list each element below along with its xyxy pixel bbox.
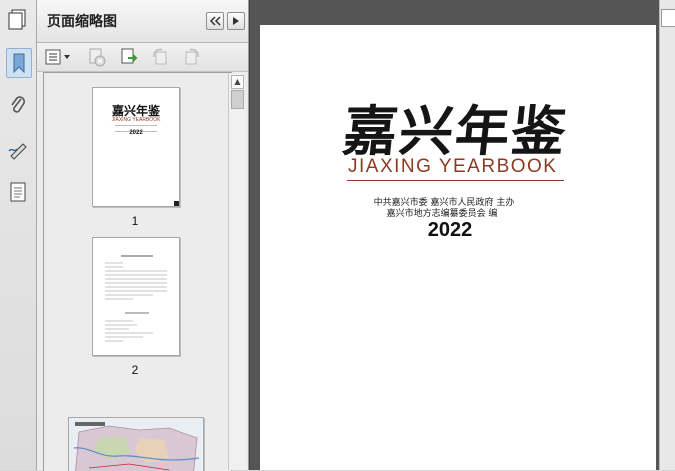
document-page: 嘉兴年鉴 JIAXING YEARBOOK 中共嘉兴市委 嘉兴市人民政府 主办 … bbox=[260, 25, 656, 470]
paperclip-attachments-icon[interactable] bbox=[6, 92, 30, 120]
thumb-cover-year: 2022 bbox=[129, 130, 143, 136]
cover-title-chinese: 嘉兴年鉴 bbox=[340, 99, 571, 163]
navigation-rail bbox=[0, 0, 37, 470]
rotate-ccw-icon bbox=[153, 48, 167, 65]
rotate-cw-icon bbox=[185, 48, 199, 65]
rotate-right-button[interactable] bbox=[182, 47, 202, 67]
page-thumbnails-panel: 页面缩略图 嘉兴年鉴 JIAXING YEARBOOK 2022 1 2 ▲ bbox=[37, 0, 249, 471]
page-thumbnail-1[interactable]: 嘉兴年鉴 JIAXING YEARBOOK 2022 bbox=[92, 87, 180, 207]
title-underline bbox=[347, 180, 564, 181]
page-number-1: 1 bbox=[131, 214, 139, 228]
page-number-2: 2 bbox=[131, 363, 139, 377]
layers-document-icon[interactable] bbox=[6, 178, 30, 206]
insert-pages-button[interactable] bbox=[119, 47, 139, 67]
thumbnail-scrollbar[interactable]: ▲ bbox=[228, 73, 245, 470]
panel-title: 页面缩略图 bbox=[47, 14, 117, 30]
panel-header: 页面缩略图 bbox=[37, 0, 248, 43]
scrollbar-thumb-right[interactable] bbox=[661, 9, 675, 27]
delete-page-icon bbox=[89, 48, 106, 67]
cover-year: 2022 bbox=[427, 219, 473, 241]
list-options-icon bbox=[45, 49, 70, 65]
publisher-line-2: 嘉兴市地方志编纂委员会 编 bbox=[386, 209, 498, 219]
double-chevron-left-icon bbox=[209, 16, 221, 26]
delete-pages-button[interactable] bbox=[87, 47, 107, 67]
thumb-cover-en: JIAXING YEARBOOK bbox=[111, 117, 161, 123]
panel-options-button[interactable] bbox=[227, 12, 245, 30]
options-menu-button[interactable] bbox=[45, 47, 71, 67]
page-thumbnail-2[interactable] bbox=[92, 237, 180, 356]
thumb-map-image bbox=[69, 418, 203, 471]
collapse-panel-button[interactable] bbox=[206, 12, 224, 30]
cover-title-english: JIAXING YEARBOOK bbox=[348, 156, 558, 177]
rotate-left-button[interactable] bbox=[150, 47, 170, 67]
page-thumbnail-3[interactable] bbox=[68, 417, 204, 471]
insert-page-icon bbox=[121, 48, 138, 64]
document-view[interactable]: 嘉兴年鉴 JIAXING YEARBOOK 中共嘉兴市委 嘉兴市人民政府 主办 … bbox=[249, 0, 675, 470]
vertical-scrollbar[interactable] bbox=[659, 0, 675, 470]
scrollbar-thumb[interactable] bbox=[231, 90, 244, 109]
thumb-resize-handle[interactable] bbox=[174, 201, 179, 206]
scroll-up-arrow-icon[interactable]: ▲ bbox=[231, 75, 244, 89]
thumbnail-list[interactable]: 嘉兴年鉴 JIAXING YEARBOOK 2022 1 2 bbox=[43, 72, 232, 471]
bookmarks-icon[interactable] bbox=[6, 48, 32, 78]
triangle-right-icon bbox=[233, 17, 239, 25]
signatures-icon[interactable] bbox=[6, 136, 30, 164]
thumb-text-lines bbox=[105, 255, 167, 342]
pages-panel-icon[interactable] bbox=[6, 6, 30, 34]
thumbnails-toolbar bbox=[37, 43, 248, 72]
